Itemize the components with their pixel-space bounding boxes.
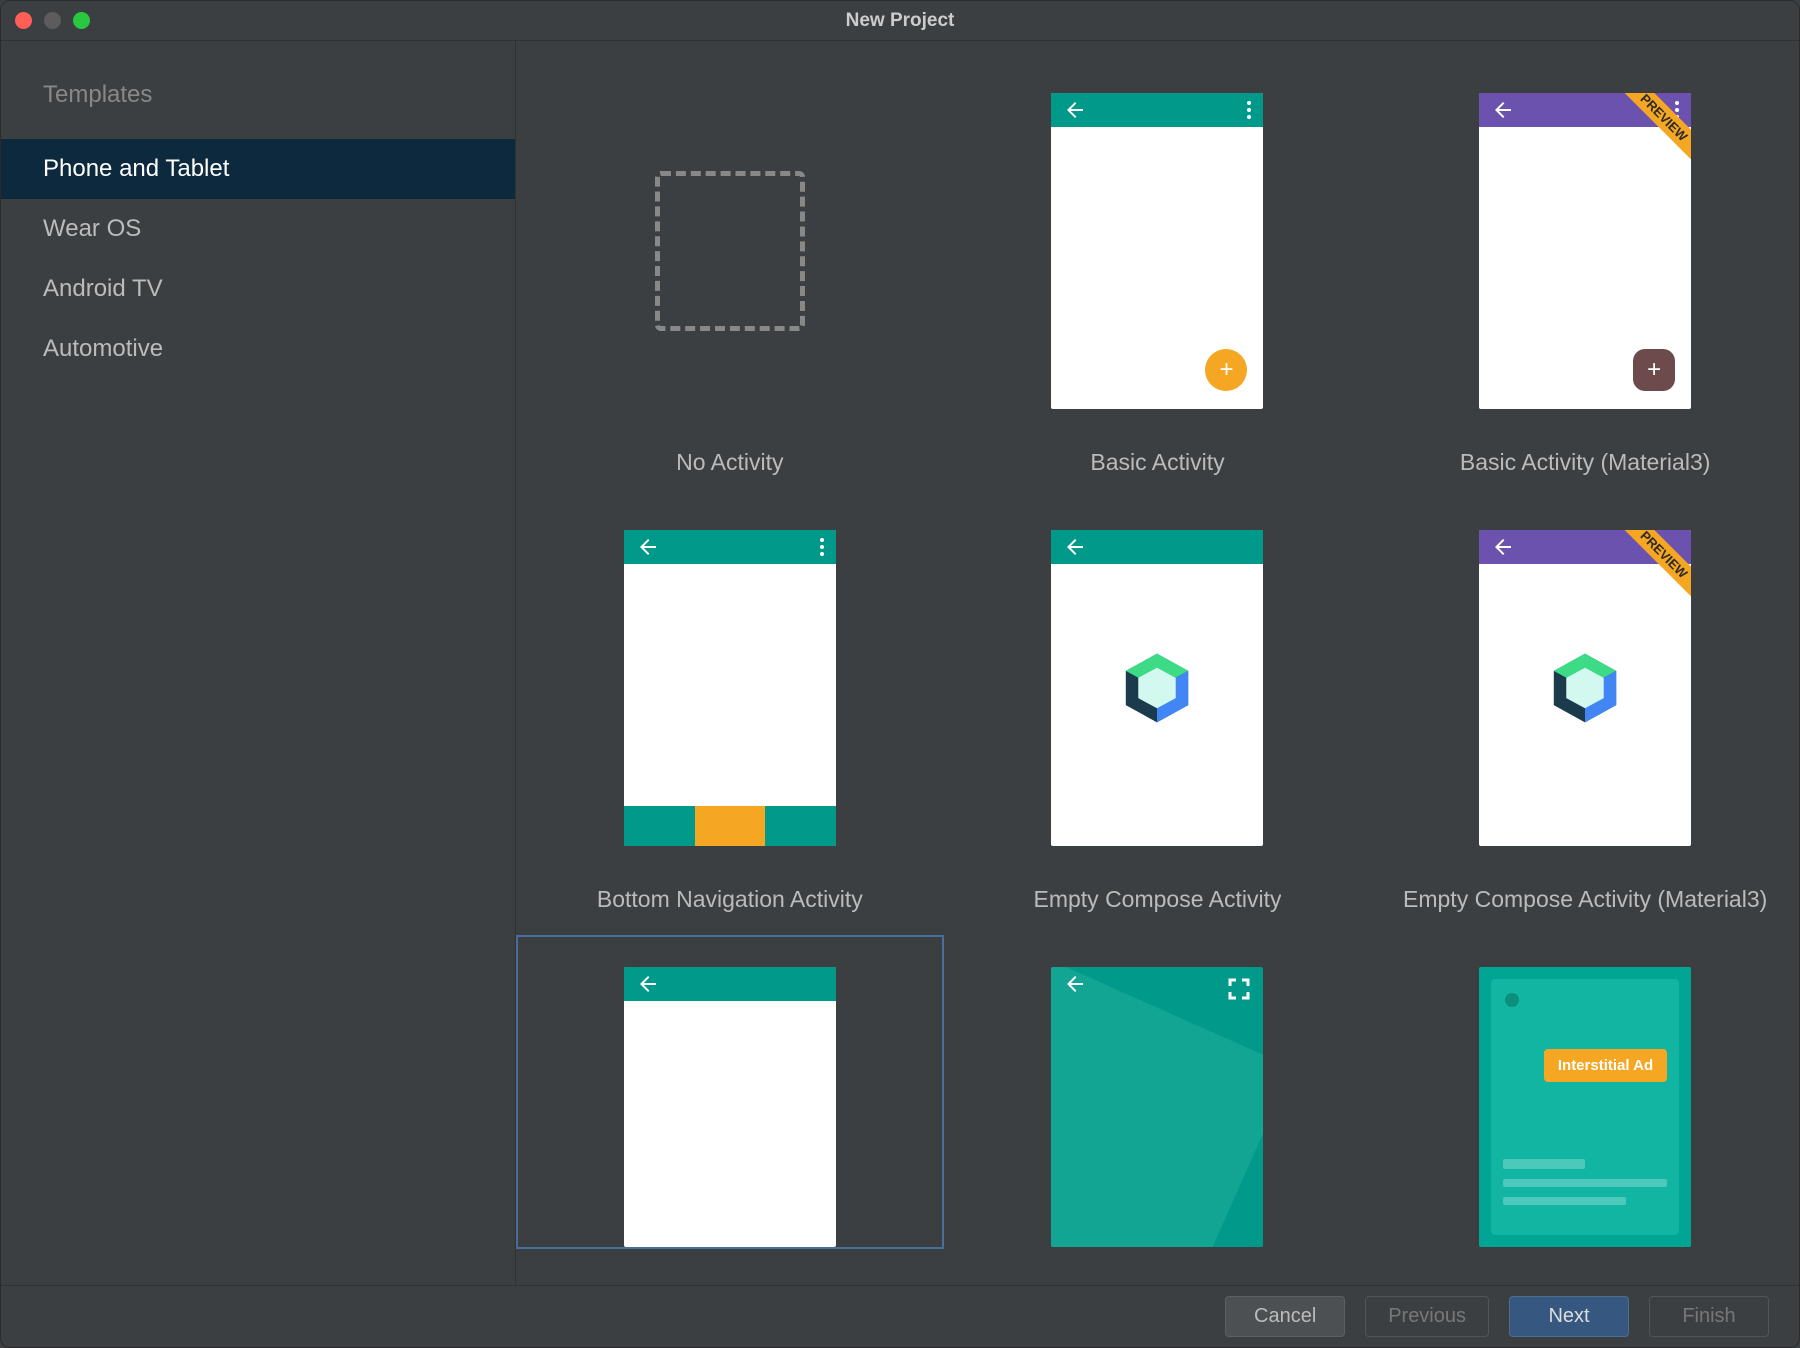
appbar-transparent	[1051, 967, 1263, 1001]
template-google-admob-ads-activity[interactable]: Interstitial Ad	[1371, 935, 1799, 1249]
template-label: Empty Compose Activity	[1034, 886, 1282, 913]
sidebar-item-label: Phone and Tablet	[43, 155, 229, 182]
sidebar-item-wear-os[interactable]: Wear OS	[1, 199, 515, 259]
template-gallery: No Activity + Basic Activity	[516, 41, 1799, 1285]
fab-add-icon: +	[1205, 349, 1247, 391]
sidebar-item-label: Automotive	[43, 335, 163, 362]
appbar-teal	[624, 530, 836, 564]
back-arrow-icon	[1491, 535, 1515, 559]
text-lines-placeholder	[1503, 1159, 1667, 1215]
appbar-teal	[624, 967, 836, 1001]
status-dot-icon	[1505, 993, 1519, 1007]
sidebar-header: Templates	[1, 81, 515, 139]
window-minimize-button[interactable]	[44, 12, 61, 29]
back-arrow-icon	[636, 535, 660, 559]
template-fullscreen-activity[interactable]	[944, 935, 1372, 1249]
sidebar-item-label: Wear OS	[43, 215, 141, 242]
template-thumbnail	[624, 967, 836, 1247]
template-thumbnail	[624, 93, 836, 409]
template-label: Empty Compose Activity (Material3)	[1403, 886, 1767, 913]
templates-sidebar: Templates Phone and Tablet Wear OS Andro…	[1, 41, 516, 1285]
window-maximize-button[interactable]	[73, 12, 90, 29]
template-label: Basic Activity	[1090, 449, 1224, 476]
sidebar-item-phone-and-tablet[interactable]: Phone and Tablet	[1, 139, 515, 199]
window-title: New Project	[846, 10, 955, 32]
template-label: No Activity	[676, 449, 783, 476]
template-thumbnail	[1051, 967, 1263, 1247]
next-button[interactable]: Next	[1509, 1296, 1629, 1337]
compose-logo-icon	[1546, 649, 1624, 727]
titlebar: New Project	[1, 1, 1799, 41]
sidebar-item-android-tv[interactable]: Android TV	[1, 259, 515, 319]
dialog-footer: Cancel Previous Next Finish	[1, 1285, 1799, 1347]
back-arrow-icon	[1063, 972, 1087, 996]
fab-add-icon: +	[1633, 349, 1675, 391]
cancel-button[interactable]: Cancel	[1225, 1296, 1345, 1337]
template-empty-compose-activity-material3[interactable]: PREVIEW Empty Compose Activity (Material…	[1371, 498, 1799, 935]
appbar-teal	[1051, 93, 1263, 127]
template-label: Basic Activity (Material3)	[1460, 449, 1711, 476]
more-vert-icon	[1247, 101, 1251, 119]
template-basic-activity[interactable]: + Basic Activity	[944, 61, 1372, 498]
back-arrow-icon	[636, 972, 660, 996]
template-empty-compose-activity[interactable]: Empty Compose Activity	[944, 498, 1372, 935]
template-label: Bottom Navigation Activity	[597, 886, 863, 913]
appbar-teal	[1051, 530, 1263, 564]
dashed-rectangle-icon	[655, 171, 805, 331]
compose-logo-icon	[1118, 649, 1196, 727]
window-close-button[interactable]	[15, 12, 32, 29]
template-thumbnail: Interstitial Ad	[1479, 967, 1691, 1247]
template-thumbnail: PREVIEW +	[1479, 93, 1691, 409]
template-no-activity[interactable]: No Activity	[516, 61, 944, 498]
previous-button[interactable]: Previous	[1365, 1296, 1489, 1337]
template-bottom-navigation-activity[interactable]: Bottom Navigation Activity	[516, 498, 944, 935]
template-thumbnail: PREVIEW	[1479, 530, 1691, 846]
sidebar-item-label: Android TV	[43, 275, 163, 302]
dialog-body: Templates Phone and Tablet Wear OS Andro…	[1, 41, 1799, 1285]
template-grid: No Activity + Basic Activity	[516, 41, 1799, 1249]
traffic-lights	[15, 12, 90, 29]
template-thumbnail	[1051, 530, 1263, 846]
more-vert-icon	[820, 538, 824, 556]
interstitial-ad-badge: Interstitial Ad	[1544, 1049, 1667, 1082]
back-arrow-icon	[1063, 535, 1087, 559]
fullscreen-icon	[1227, 977, 1251, 1001]
sidebar-item-automotive[interactable]: Automotive	[1, 319, 515, 379]
template-empty-activity[interactable]	[516, 935, 944, 1249]
back-arrow-icon	[1063, 98, 1087, 122]
finish-button[interactable]: Finish	[1649, 1296, 1769, 1337]
bottom-nav-bar	[624, 806, 836, 846]
new-project-window: New Project Templates Phone and Tablet W…	[0, 0, 1800, 1348]
template-thumbnail: +	[1051, 93, 1263, 409]
template-thumbnail	[624, 530, 836, 846]
back-arrow-icon	[1491, 98, 1515, 122]
template-basic-activity-material3[interactable]: PREVIEW + Basic Activity (Material3)	[1371, 61, 1799, 498]
